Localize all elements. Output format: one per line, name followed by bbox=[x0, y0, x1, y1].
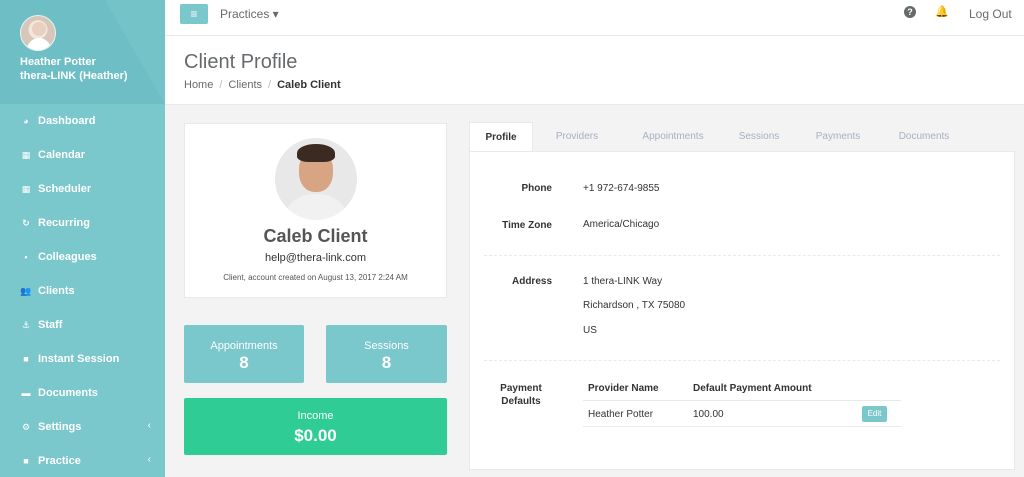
page-header: Client Profile Home / Clients / Caleb Client bbox=[165, 36, 1024, 105]
chevron-left-icon: ‹ bbox=[147, 420, 151, 431]
income-stat: Income $0.00 bbox=[184, 398, 447, 455]
breadcrumb-clients[interactable]: Clients bbox=[228, 79, 262, 91]
client-email: help@thera-link.com bbox=[264, 252, 367, 264]
tab-appointments[interactable]: Appointments bbox=[628, 122, 718, 152]
sidebar-item-scheduler[interactable]: ▦ Scheduler bbox=[0, 172, 165, 206]
breadcrumb: Home / Clients / Caleb Client bbox=[184, 79, 341, 91]
tab-documents[interactable]: Documents bbox=[889, 122, 959, 152]
grid-icon: ▪ bbox=[24, 252, 28, 262]
payment-defaults-label-1: Payment bbox=[500, 383, 542, 394]
sidebar-item-dashboard[interactable]: ◕ Dashboard bbox=[0, 104, 165, 138]
tab-payments[interactable]: Payments bbox=[807, 122, 869, 152]
payment-defaults-label-2: Defaults bbox=[501, 396, 541, 407]
sidebar-nav: ◕ Dashboard ▦ Calendar ▦ Scheduler ↻ Recurri… bbox=[0, 104, 165, 477]
logout-link[interactable]: Log Out bbox=[969, 7, 1012, 21]
table-divider bbox=[583, 426, 901, 427]
page-title: Client Profile bbox=[184, 51, 298, 73]
breadcrumb-home[interactable]: Home bbox=[184, 79, 213, 91]
refresh-icon: ↻ bbox=[22, 217, 30, 228]
sidebar-item-label: Dashboard bbox=[38, 115, 96, 127]
address-line-2: Richardson , TX 75080 bbox=[583, 300, 686, 311]
palette-icon: ◕ bbox=[23, 116, 29, 126]
profile-tabs: Profile Providers Appointments Sessions … bbox=[469, 122, 1015, 152]
address-line-1: 1 thera-LINK Way bbox=[583, 276, 663, 287]
edit-button[interactable]: Edit bbox=[862, 406, 887, 422]
avatar[interactable] bbox=[20, 15, 56, 51]
table-divider bbox=[583, 400, 901, 401]
tab-providers[interactable]: Providers bbox=[544, 122, 610, 152]
breadcrumb-current: Caleb Client bbox=[277, 79, 341, 91]
client-profile-card: Caleb Client help@thera-link.com Client,… bbox=[184, 123, 447, 298]
provider-name-cell: Heather Potter bbox=[588, 409, 654, 420]
sidebar-item-instant-session[interactable]: ■ Instant Session bbox=[0, 342, 165, 376]
sidebar: Heather Potter thera-LINK (Heather) ◕ Das… bbox=[0, 0, 165, 477]
avatar-shirt bbox=[283, 194, 349, 220]
sidebar-item-practice[interactable]: ■ Practice ‹ bbox=[0, 444, 165, 477]
timezone-value: America/Chicago bbox=[583, 219, 660, 230]
timezone-label: Time Zone bbox=[502, 220, 552, 231]
chevron-left-icon: ‹ bbox=[147, 454, 151, 465]
column-header-amount: Default Payment Amount bbox=[693, 383, 812, 394]
top-bar: ≡ Practices ▾ ? 🔔 Log Out bbox=[165, 0, 1024, 36]
phone-value: +1 972-674-9855 bbox=[583, 183, 660, 194]
amount-cell: 100.00 bbox=[693, 409, 724, 420]
video-icon: ■ bbox=[23, 354, 29, 364]
anchor-icon: ⚓ bbox=[21, 319, 31, 330]
sidebar-item-colleagues[interactable]: ▪ Colleagues bbox=[0, 240, 165, 274]
sidebar-item-recurring[interactable]: ↻ Recurring bbox=[0, 206, 165, 240]
divider bbox=[484, 255, 1000, 256]
sidebar-item-clients[interactable]: 👥 Clients bbox=[0, 274, 165, 308]
income-value: $0.00 bbox=[294, 426, 337, 445]
users-icon: 👥 bbox=[20, 285, 32, 296]
sidebar-item-label: Calendar bbox=[38, 149, 86, 161]
sidebar-item-settings[interactable]: ⚙ Settings ‹ bbox=[0, 410, 165, 444]
calendar-icon: ▦ bbox=[21, 183, 31, 194]
client-avatar bbox=[275, 138, 357, 220]
practices-dropdown[interactable]: Practices ▾ bbox=[220, 7, 279, 21]
phone-label: Phone bbox=[521, 183, 552, 194]
help-icon[interactable]: ? bbox=[904, 6, 916, 18]
calendar-icon: ▦ bbox=[21, 149, 31, 160]
tab-sessions[interactable]: Sessions bbox=[731, 122, 787, 152]
profile-panel: Phone +1 972-674-9855 Time Zone America/… bbox=[469, 151, 1015, 470]
address-line-3: US bbox=[583, 325, 597, 336]
gear-icon: ⚙ bbox=[21, 421, 31, 432]
sessions-value: 8 bbox=[381, 353, 392, 372]
sidebar-item-label: Recurring bbox=[38, 217, 90, 229]
appointments-stat: Appointments 8 bbox=[184, 325, 304, 383]
sidebar-item-label: Scheduler bbox=[38, 183, 92, 195]
sidebar-item-label: Instant Session bbox=[38, 353, 120, 365]
breadcrumb-separator: / bbox=[268, 79, 272, 91]
sidebar-item-label: Practice bbox=[38, 455, 81, 467]
column-header-provider: Provider Name bbox=[588, 383, 659, 394]
user-org[interactable]: thera-LINK (Heather) bbox=[20, 70, 128, 82]
tab-profile[interactable]: Profile bbox=[469, 122, 533, 152]
client-name: Caleb Client bbox=[263, 226, 368, 246]
address-label: Address bbox=[511, 276, 552, 287]
sidebar-item-calendar[interactable]: ▦ Calendar bbox=[0, 138, 165, 172]
square-icon: ■ bbox=[23, 456, 29, 466]
sidebar-item-documents[interactable]: ▬ Documents bbox=[0, 376, 165, 410]
folder-icon: ▬ bbox=[21, 388, 31, 398]
bell-icon[interactable]: 🔔 bbox=[935, 5, 949, 18]
breadcrumb-separator: / bbox=[219, 79, 223, 91]
user-name[interactable]: Heather Potter bbox=[20, 56, 96, 68]
user-panel: Heather Potter thera-LINK (Heather) bbox=[0, 0, 165, 104]
sidebar-item-label: Staff bbox=[38, 319, 63, 331]
client-created: Client, account created on August 13, 20… bbox=[223, 273, 408, 282]
sessions-label: Sessions bbox=[364, 340, 409, 352]
appointments-label: Appointments bbox=[210, 340, 278, 352]
sidebar-item-label: Documents bbox=[38, 387, 98, 399]
avatar-hair bbox=[297, 144, 335, 162]
income-label: Income bbox=[297, 410, 334, 422]
menu-toggle-button[interactable]: ≡ bbox=[180, 4, 208, 24]
sidebar-item-label: Clients bbox=[38, 285, 75, 297]
divider bbox=[484, 360, 1000, 361]
sidebar-item-label: Settings bbox=[38, 421, 82, 433]
sessions-stat: Sessions 8 bbox=[326, 325, 447, 383]
appointments-value: 8 bbox=[239, 353, 249, 372]
sidebar-item-staff[interactable]: ⚓ Staff bbox=[0, 308, 165, 342]
sidebar-item-label: Colleagues bbox=[38, 251, 97, 263]
